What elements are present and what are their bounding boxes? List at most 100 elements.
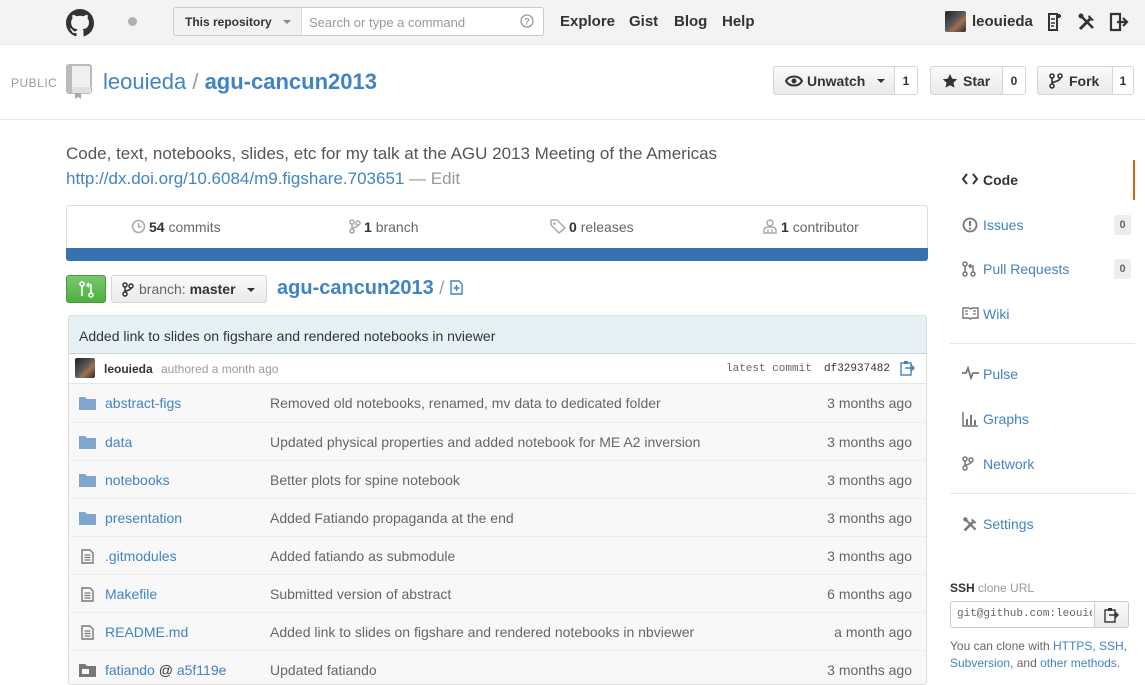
sidebar-item-wiki[interactable]: Wiki <box>950 294 1135 334</box>
nav-help[interactable]: Help <box>722 13 755 30</box>
commits-link[interactable]: 54 commits <box>131 219 221 235</box>
sidebar-item-label: Graphs <box>983 411 1029 427</box>
repo-title: leouieda / agu-cancun2013 <box>103 69 377 95</box>
file-commit-message[interactable]: Removed old notebooks, renamed, mv data … <box>270 395 661 411</box>
unwatch-button[interactable]: Unwatch <box>773 66 895 95</box>
numbers-summary: 54 commits 1 branch 0 releases 1 contrib… <box>66 205 928 248</box>
fork-button[interactable]: Fork <box>1037 66 1113 95</box>
submodule-link[interactable]: fatiando <box>105 662 155 678</box>
file-name-link[interactable]: README.md <box>105 624 188 640</box>
file-age: 3 months ago <box>827 395 912 411</box>
sidebar-item-graphs[interactable]: Graphs <box>950 399 1135 439</box>
nav-gist[interactable]: Gist <box>629 13 658 30</box>
notification-indicator-icon[interactable] <box>128 17 137 26</box>
sidebar-item-pulse[interactable]: Pulse <box>950 354 1135 394</box>
contributors-link[interactable]: 1 contributor <box>762 219 859 235</box>
folder-icon <box>79 396 96 410</box>
commit-sha-link[interactable]: df32937482 <box>824 363 890 375</box>
repo-homepage: http://dx.doi.org/10.6084/m9.figshare.70… <box>66 169 460 189</box>
file-text-icon <box>81 587 94 602</box>
compare-button[interactable] <box>66 275 106 303</box>
file-text-icon <box>81 625 94 640</box>
homepage-link[interactable]: http://dx.doi.org/10.6084/m9.figshare.70… <box>66 169 404 188</box>
tag-icon <box>550 219 566 234</box>
sidebar-item-code[interactable]: Code <box>950 160 1135 200</box>
nav-blog[interactable]: Blog <box>674 13 707 30</box>
star-count[interactable]: 0 <box>1002 66 1026 95</box>
file-commit-message[interactable]: Added Fatiando propaganda at the end <box>270 510 514 526</box>
new-repo-icon[interactable] <box>1047 12 1063 32</box>
search-scope-label: This repository <box>185 15 272 29</box>
branch-icon <box>349 219 361 234</box>
branches-link[interactable]: 1 branch <box>349 219 419 235</box>
file-commit-message[interactable]: Better plots for spine notebook <box>270 472 460 488</box>
file-commit-message[interactable]: Added fatiando as submodule <box>270 548 455 564</box>
unwatch-label: Unwatch <box>807 73 866 89</box>
user-avatar[interactable] <box>945 11 966 32</box>
sidebar-item-pull-requests[interactable]: Pull Requests 0 <box>950 249 1135 289</box>
submodule-ref-link[interactable]: a5f119e <box>177 662 227 678</box>
sidebar-item-label: Pull Requests <box>983 261 1070 277</box>
clone-protocol: SSH <box>950 581 975 595</box>
sidebar-item-issues[interactable]: Issues 0 <box>950 205 1135 245</box>
file-commit-message[interactable]: Added link to slides on figshare and ren… <box>270 624 694 640</box>
file-commit-message[interactable]: Submitted version of abstract <box>270 586 451 602</box>
settings-tools-icon[interactable] <box>1077 12 1097 32</box>
search-scope-select[interactable]: This repository <box>174 8 302 35</box>
nav-explore[interactable]: Explore <box>560 13 615 30</box>
clone-help-prefix: You can clone with <box>950 639 1050 653</box>
question-icon[interactable]: ? <box>520 14 534 28</box>
file-commit-message[interactable]: Updated physical properties and added no… <box>270 434 700 450</box>
github-logo-icon[interactable] <box>66 9 94 37</box>
copy-clone-url-button[interactable] <box>1094 601 1129 628</box>
file-table: Added link to slides on figshare and ren… <box>68 315 927 685</box>
breadcrumb-root-link[interactable]: agu-cancun2013 <box>277 277 434 299</box>
file-name-link[interactable]: Makefile <box>105 586 157 602</box>
avatar[interactable] <box>75 358 95 378</box>
clone-url-box <box>950 601 1095 628</box>
star-button[interactable]: Star <box>930 66 1003 95</box>
svg-text:?: ? <box>524 17 530 27</box>
table-row: README.md Added link to slides on figsha… <box>69 612 926 650</box>
sidebar-item-settings[interactable]: Settings <box>950 504 1135 544</box>
file-age: 6 months ago <box>827 586 912 602</box>
repo-name-link[interactable]: agu-cancun2013 <box>205 69 377 94</box>
language-bar[interactable] <box>66 248 928 261</box>
file-name-link[interactable]: abstract-figs <box>105 395 181 411</box>
branch-select-button[interactable]: branch: master <box>111 275 267 303</box>
latest-commit-message[interactable]: Added link to slides on figshare and ren… <box>79 328 495 344</box>
table-row: notebooks Better plots for spine noteboo… <box>69 460 926 498</box>
file-name-link[interactable]: data <box>105 434 132 450</box>
commit-author-link[interactable]: leouieda <box>104 362 153 376</box>
clone-title-suffix: clone URL <box>978 581 1035 595</box>
sidebar-item-network[interactable]: Network <box>950 444 1135 484</box>
commits-count: 54 <box>149 219 165 235</box>
clone-https-link[interactable]: HTTPS <box>1053 639 1092 653</box>
clone-other-methods-link[interactable]: other methods <box>1040 656 1117 670</box>
clone-url-input[interactable] <box>957 608 1092 620</box>
search-input[interactable] <box>309 12 509 32</box>
new-file-icon[interactable] <box>450 280 463 295</box>
file-name-link[interactable]: .gitmodules <box>105 548 177 564</box>
fork-icon <box>1049 73 1063 89</box>
edit-description-link[interactable]: — Edit <box>404 169 460 188</box>
folder-icon <box>79 473 96 487</box>
username-link[interactable]: leouieda <box>972 13 1033 30</box>
file-name-link[interactable]: presentation <box>105 510 182 526</box>
table-row: abstract-figs Removed old notebooks, ren… <box>69 384 926 422</box>
fork-count[interactable]: 1 <box>1112 66 1134 95</box>
repo-owner-link[interactable]: leouieda <box>103 69 186 94</box>
repo-description: Code, text, notebooks, slides, etc for m… <box>66 144 718 163</box>
releases-link[interactable]: 0 releases <box>550 219 634 235</box>
sidebar-item-label: Network <box>983 456 1035 472</box>
clone-subversion-link[interactable]: Subversion <box>950 656 1010 670</box>
file-commit-message[interactable]: Updated fatiando <box>270 662 377 678</box>
latest-commit-bar: Added link to slides on figshare and ren… <box>69 316 926 354</box>
sign-out-icon[interactable] <box>1109 12 1129 32</box>
file-rows: abstract-figs Removed old notebooks, ren… <box>69 384 926 684</box>
file-name-link[interactable]: notebooks <box>105 472 170 488</box>
latest-commit-label: latest commit <box>726 363 812 375</box>
watch-count[interactable]: 1 <box>894 66 918 95</box>
clipboard-icon[interactable] <box>900 360 915 376</box>
clone-ssh-link[interactable]: SSH <box>1099 639 1124 653</box>
